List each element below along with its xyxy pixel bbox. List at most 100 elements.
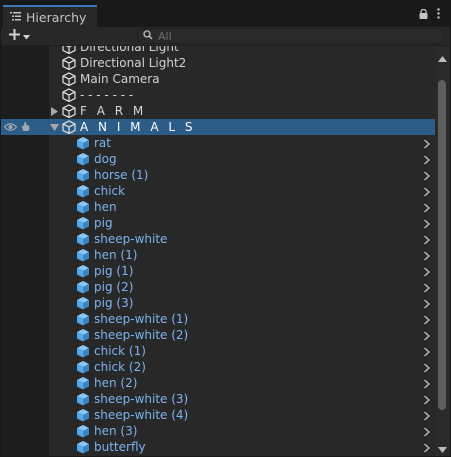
prefab-cube-icon	[76, 328, 90, 342]
tree-row[interactable]: dog	[1, 151, 435, 167]
open-prefab-arrow-icon[interactable]	[423, 298, 431, 309]
open-prefab-arrow-icon[interactable]	[423, 218, 431, 229]
tree-row[interactable]: horse (1)	[1, 167, 435, 183]
prefab-cube-icon	[76, 312, 90, 326]
tree-row[interactable]: Directional Light	[1, 46, 435, 55]
open-prefab-arrow-icon[interactable]	[423, 346, 431, 357]
prefab-cube-icon	[76, 184, 90, 198]
prefab-cube-icon	[76, 296, 90, 310]
tree-row-label: hen (2)	[94, 376, 138, 390]
prefab-cube-icon	[76, 376, 90, 390]
gameobject-cube-icon	[62, 120, 76, 135]
gameobject-cube-icon	[62, 88, 76, 103]
vertical-scrollbar[interactable]	[435, 46, 450, 456]
add-object-button[interactable]	[4, 27, 38, 45]
tree-row[interactable]: butterfly	[1, 439, 435, 455]
tree-row[interactable]: rat	[1, 135, 435, 151]
tree-row-label: sheep-white (2)	[94, 328, 189, 342]
open-prefab-arrow-icon[interactable]	[423, 442, 431, 453]
tree-row[interactable]: pig (3)	[1, 295, 435, 311]
tree-row-label: dog	[94, 152, 117, 166]
caret-down-icon	[23, 29, 30, 43]
tree-row[interactable]: Main Camera	[1, 71, 435, 87]
tab-hierarchy[interactable]: Hierarchy	[3, 5, 97, 27]
tree-row[interactable]: sheep-white (3)	[1, 391, 435, 407]
tree-row-label: sheep-white (3)	[94, 392, 189, 406]
prefab-cube-icon	[76, 264, 90, 278]
prefab-cube-icon	[76, 152, 90, 166]
hierarchy-toolbar	[1, 27, 450, 46]
open-prefab-arrow-icon[interactable]	[423, 266, 431, 277]
tree-row[interactable]: F A R M	[1, 103, 435, 119]
tree-row[interactable]: Directional Light2	[1, 55, 435, 71]
gameobject-cube-icon	[62, 46, 76, 55]
open-prefab-arrow-icon[interactable]	[423, 410, 431, 421]
expanded-arrow-icon[interactable]	[49, 122, 59, 132]
tree-row-label: F A R M	[80, 104, 147, 118]
tree-row[interactable]: pig (1)	[1, 263, 435, 279]
tree-row[interactable]: sheep-white (1)	[1, 311, 435, 327]
scroll-down-arrow-icon[interactable]	[438, 443, 447, 453]
tree-row[interactable]: sheep-white (2)	[1, 327, 435, 343]
search-field[interactable]	[137, 28, 445, 44]
prefab-cube-icon	[76, 344, 90, 358]
open-prefab-arrow-icon[interactable]	[423, 378, 431, 389]
tree-row[interactable]: chick (2)	[1, 359, 435, 375]
tree-row[interactable]: sheep-white (4)	[1, 407, 435, 423]
collapsed-arrow-icon[interactable]	[49, 106, 59, 116]
open-prefab-arrow-icon[interactable]	[423, 138, 431, 149]
tree-row[interactable]: A N I M A L S	[1, 119, 435, 135]
open-prefab-arrow-icon[interactable]	[423, 154, 431, 165]
prefab-cube-icon	[76, 280, 90, 294]
tree-row[interactable]: chick (1)	[1, 343, 435, 359]
open-prefab-arrow-icon[interactable]	[423, 170, 431, 181]
scroll-up-arrow-icon[interactable]	[438, 52, 447, 62]
gameobject-cube-icon	[62, 56, 76, 71]
tree-row-label: pig (3)	[94, 296, 134, 310]
hierarchy-tree[interactable]: Directional Light Directional Light2 Main …	[1, 46, 435, 456]
open-prefab-arrow-icon[interactable]	[423, 426, 431, 437]
pickable-hand-icon[interactable]	[20, 121, 31, 135]
tab-bar: Hierarchy	[1, 1, 450, 27]
prefab-cube-icon	[76, 440, 90, 454]
prefab-cube-icon	[76, 408, 90, 422]
tree-rows: Directional Light Directional Light2 Main …	[1, 46, 435, 455]
gameobject-cube-icon	[62, 104, 76, 119]
tree-row[interactable]: pig (2)	[1, 279, 435, 295]
open-prefab-arrow-icon[interactable]	[423, 234, 431, 245]
tree-row[interactable]: pig	[1, 215, 435, 231]
lock-icon[interactable]	[419, 8, 428, 22]
prefab-cube-icon	[76, 136, 90, 150]
open-prefab-arrow-icon[interactable]	[423, 394, 431, 405]
visibility-toggle[interactable]	[3, 121, 31, 135]
tree-row[interactable]: hen (1)	[1, 247, 435, 263]
gameobject-cube-icon	[62, 72, 76, 87]
prefab-cube-icon	[76, 232, 90, 246]
open-prefab-arrow-icon[interactable]	[423, 314, 431, 325]
tree-row[interactable]: - - - - - - -	[1, 87, 435, 103]
tree-row[interactable]: sheep-white	[1, 231, 435, 247]
search-input[interactable]	[158, 29, 438, 43]
tree-row-label: rat	[94, 136, 111, 150]
eye-icon[interactable]	[3, 121, 18, 135]
tree-row-label: Directional Light	[80, 46, 179, 54]
tree-row-label: pig (1)	[94, 264, 134, 278]
kebab-menu-icon[interactable]	[437, 8, 440, 22]
open-prefab-arrow-icon[interactable]	[423, 250, 431, 261]
tree-row-label: pig	[94, 216, 113, 230]
open-prefab-arrow-icon[interactable]	[423, 202, 431, 213]
prefab-cube-icon	[76, 216, 90, 230]
tree-row[interactable]: hen (2)	[1, 375, 435, 391]
open-prefab-arrow-icon[interactable]	[423, 330, 431, 341]
tree-row-label: Main Camera	[80, 72, 160, 86]
tree-row-label: pig (2)	[94, 280, 134, 294]
scroll-thumb[interactable]	[438, 80, 446, 410]
open-prefab-arrow-icon[interactable]	[423, 362, 431, 373]
tree-row-label: hen (3)	[94, 424, 138, 438]
tree-row[interactable]: chick	[1, 183, 435, 199]
tree-row[interactable]: hen	[1, 199, 435, 215]
open-prefab-arrow-icon[interactable]	[423, 282, 431, 293]
tree-row-label: sheep-white (4)	[94, 408, 189, 422]
tree-row[interactable]: hen (3)	[1, 423, 435, 439]
open-prefab-arrow-icon[interactable]	[423, 186, 431, 197]
